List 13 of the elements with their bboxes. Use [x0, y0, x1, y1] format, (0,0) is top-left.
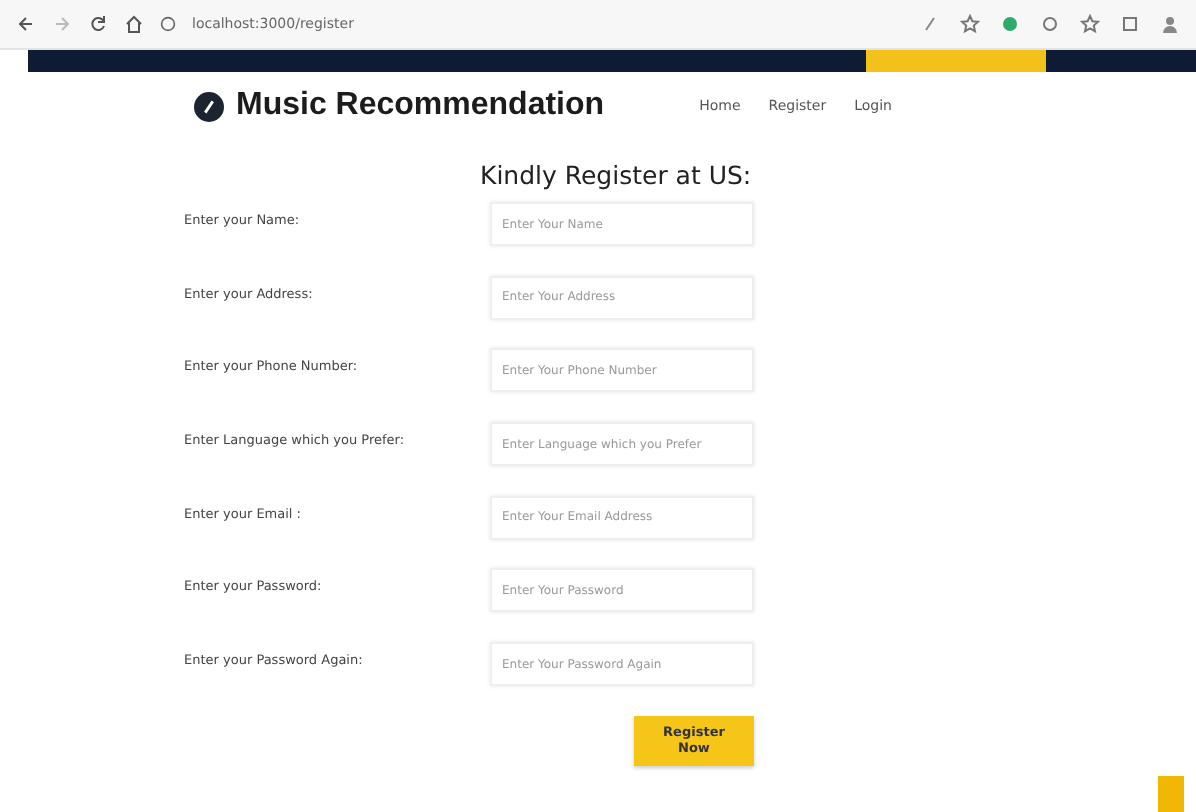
reload-icon[interactable]	[88, 14, 108, 34]
info-icon	[160, 16, 176, 32]
home-icon[interactable]	[124, 14, 144, 34]
extension-icon[interactable]	[1000, 14, 1020, 34]
star-icon[interactable]	[960, 14, 980, 34]
logo-icon	[194, 91, 224, 121]
circle-icon[interactable]	[1040, 14, 1060, 34]
back-icon[interactable]	[16, 14, 36, 34]
profile-icon[interactable]	[1160, 14, 1180, 34]
form-heading: Kindly Register at US:	[480, 160, 754, 190]
brand-title[interactable]: Music Recommendation	[236, 88, 605, 124]
favorites-icon[interactable]	[1080, 14, 1100, 34]
collections-icon[interactable]	[1120, 14, 1140, 34]
